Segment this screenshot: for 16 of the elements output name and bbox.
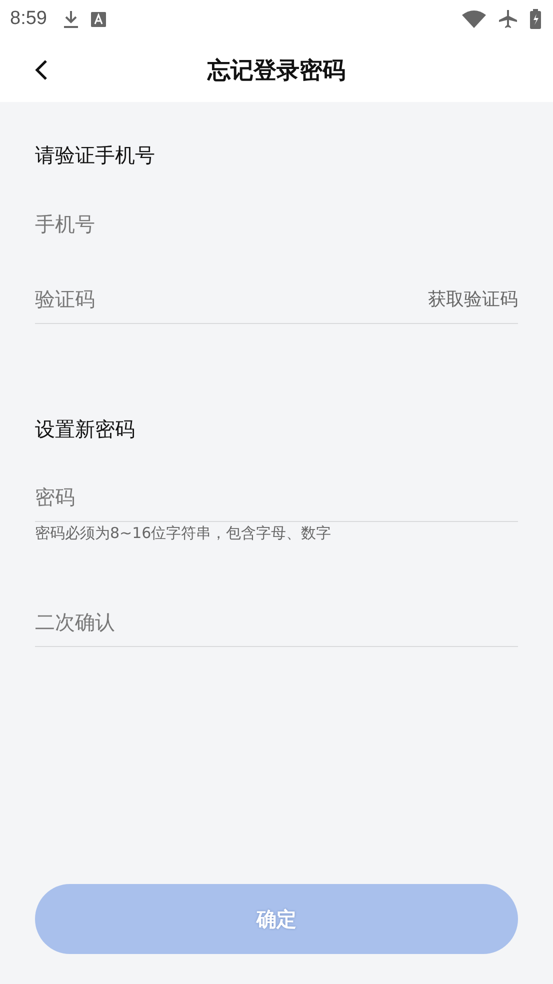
battery-icon — [530, 9, 541, 29]
input-field[interactable]: 密码 — [35, 485, 518, 509]
input-field[interactable]: 验证码 — [35, 287, 428, 311]
back-icon[interactable] — [34, 59, 48, 81]
field-hint: 密码必须为8~16位字符串，包含字母、数字 — [35, 524, 332, 543]
section-title: 设置新密码 — [35, 416, 136, 443]
wifi-icon — [462, 10, 486, 28]
input-field[interactable]: 手机号 — [35, 212, 518, 236]
page-title: 忘记登录密码 — [208, 56, 346, 86]
download-icon — [62, 10, 79, 28]
airplane-icon — [498, 9, 518, 29]
get-code-link[interactable]: 获取验证码 — [428, 287, 518, 311]
section-title: 请验证手机号 — [35, 142, 156, 169]
input-field[interactable]: 二次确认 — [35, 610, 518, 634]
status-time: 8:59 — [10, 8, 47, 30]
notification-icon — [90, 12, 106, 26]
